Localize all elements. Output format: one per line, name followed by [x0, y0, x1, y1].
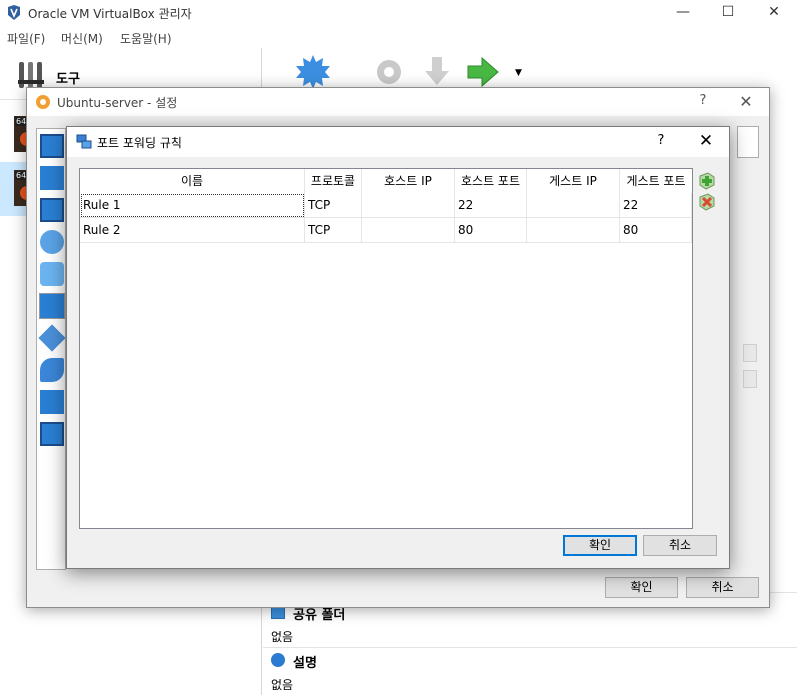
rule-guest-ip-cell[interactable]	[527, 193, 620, 218]
column-header-host-port[interactable]: 호스트 포트	[455, 169, 527, 193]
settings-ok-button[interactable]: 확인	[605, 577, 678, 598]
rule-name-cell[interactable]: Rule 1	[80, 193, 305, 218]
settings-dropdown[interactable]	[743, 344, 757, 362]
menu-file[interactable]: 파일(F)	[7, 30, 45, 47]
rule-host-ip-cell[interactable]	[362, 193, 455, 218]
help-button[interactable]: ?	[653, 133, 669, 148]
divider	[263, 647, 797, 648]
user-interface-icon[interactable]	[40, 422, 64, 446]
main-window-title: Oracle VM VirtualBox 관리자	[28, 7, 192, 21]
rule-host-port-cell[interactable]: 80	[455, 218, 527, 243]
rule-host-port-cell[interactable]: 22	[455, 193, 527, 218]
usb-icon[interactable]	[40, 358, 64, 382]
rule-guest-ip-cell[interactable]	[527, 218, 620, 243]
menu-machine[interactable]: 머신(M)	[61, 30, 103, 47]
tools-label: 도구	[56, 72, 80, 87]
settings-gear-icon[interactable]	[371, 54, 407, 90]
menu-help[interactable]: 도움말(H)	[120, 30, 172, 47]
port-forwarding-dialog: 포트 포워딩 규칙 ? ✕ 이름 프로토콜 호스트 IP 호스트 포트 게스트 …	[66, 126, 730, 569]
cancel-button[interactable]: 취소	[643, 535, 717, 556]
rule-name-cell[interactable]: Rule 2	[80, 218, 305, 243]
remove-rule-icon[interactable]	[698, 193, 716, 211]
settings-cancel-button[interactable]: 취소	[686, 577, 759, 598]
add-rule-icon[interactable]	[698, 172, 716, 190]
discard-arrow-icon[interactable]	[419, 54, 455, 90]
system-chip-icon[interactable]	[40, 166, 64, 190]
general-monitor-icon[interactable]	[40, 134, 64, 158]
shared-folder-icon[interactable]	[40, 390, 64, 414]
main-menubar: 파일(F) 머신(M) 도움말(H)	[0, 26, 797, 48]
column-header-guest-port[interactable]: 게스트 포트	[620, 169, 692, 193]
start-dropdown-arrow-icon[interactable]: ▼	[515, 68, 522, 78]
serial-port-icon[interactable]	[38, 324, 66, 352]
close-button[interactable]: ✕	[751, 0, 797, 26]
port-forwarding-titlebar: 포트 포워딩 규칙 ? ✕	[67, 127, 729, 157]
rule-protocol-cell[interactable]: TCP	[305, 218, 362, 243]
close-button[interactable]: ✕	[696, 131, 716, 151]
settings-titlebar: Ubuntu-server - 설정 ? ✕	[27, 88, 769, 116]
settings-field[interactable]	[737, 126, 759, 158]
column-header-host-ip[interactable]: 호스트 IP	[362, 169, 455, 193]
audio-speaker-icon[interactable]	[40, 262, 64, 286]
maximize-button[interactable]: ☐	[705, 0, 751, 26]
port-forwarding-table: 이름 프로토콜 호스트 IP 호스트 포트 게스트 IP 게스트 포트 Rule…	[79, 168, 693, 529]
column-header-protocol[interactable]: 프로토콜	[305, 169, 362, 193]
column-header-guest-ip[interactable]: 게스트 IP	[527, 169, 620, 193]
start-arrow-icon[interactable]	[465, 54, 501, 90]
network-icon[interactable]	[39, 293, 65, 319]
display-icon[interactable]	[40, 198, 64, 222]
column-header-name[interactable]: 이름	[80, 169, 305, 193]
virtualbox-logo-icon	[8, 5, 20, 20]
storage-disc-icon[interactable]	[40, 230, 64, 254]
settings-title: Ubuntu-server - 설정	[57, 96, 178, 110]
settings-category-list	[36, 128, 66, 570]
minimize-button[interactable]: —	[660, 0, 706, 26]
main-titlebar: Oracle VM VirtualBox 관리자 — ☐ ✕	[0, 0, 797, 26]
rule-host-ip-cell[interactable]	[362, 218, 455, 243]
description-speech-icon	[271, 653, 285, 667]
network-icon	[76, 134, 92, 149]
description-heading: 설명	[293, 656, 317, 671]
rule-guest-port-cell[interactable]: 80	[620, 218, 692, 243]
shared-folders-value: 없음	[271, 630, 294, 644]
new-vm-icon[interactable]	[295, 54, 331, 90]
settings-dropdown[interactable]	[743, 370, 757, 388]
ok-button[interactable]: 확인	[563, 535, 637, 556]
rule-protocol-cell[interactable]: TCP	[305, 193, 362, 218]
settings-help-button[interactable]: ?	[695, 93, 711, 108]
description-value: 없음	[271, 678, 294, 692]
settings-close-button[interactable]: ✕	[737, 92, 755, 111]
tools-icon	[18, 62, 44, 88]
settings-gear-icon	[36, 95, 50, 109]
port-forwarding-title: 포트 포워딩 규칙	[97, 136, 182, 150]
rule-guest-port-cell[interactable]: 22	[620, 193, 692, 218]
settings-content-edge	[737, 126, 769, 570]
